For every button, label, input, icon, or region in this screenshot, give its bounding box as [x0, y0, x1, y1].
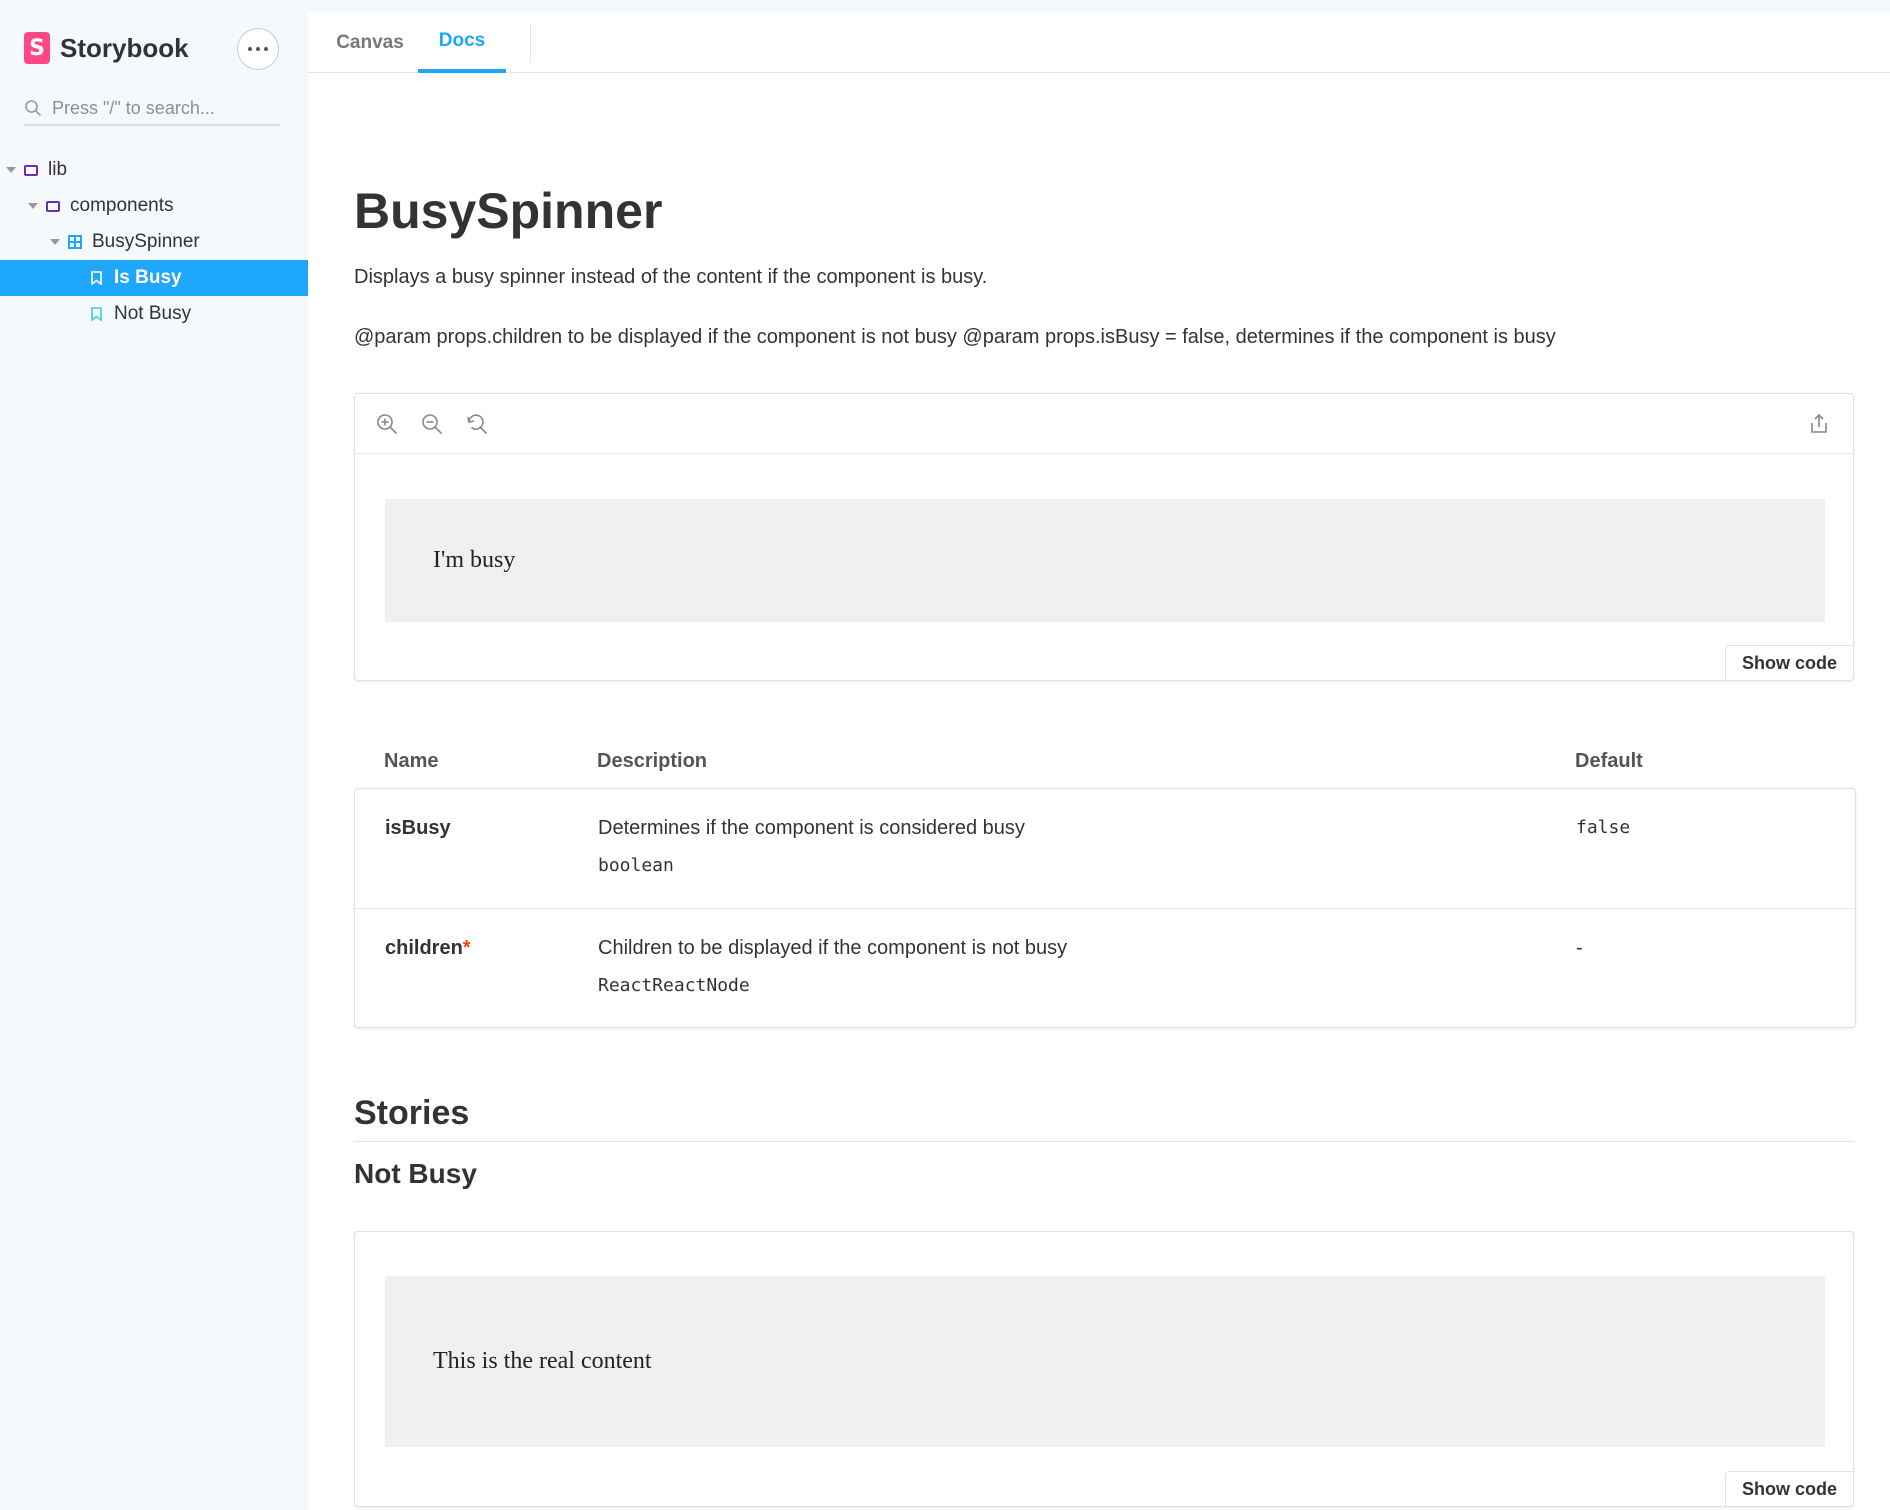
column-header-description: Description: [597, 750, 708, 772]
ellipsis-icon: [256, 47, 260, 51]
story-title: Not Busy: [354, 1158, 477, 1189]
prop-description: Children to be displayed if the componen…: [598, 937, 1068, 959]
search-bar: [24, 92, 280, 126]
tree-item-label: components: [70, 195, 174, 216]
zoom-out-icon[interactable]: [420, 412, 444, 436]
zoom-reset-icon[interactable]: [465, 412, 489, 436]
main-panel: Canvas Docs BusySpinner Displays a busy …: [308, 12, 1890, 1510]
props-table-header: Name Description Default: [354, 750, 1854, 786]
table-row: children* Children to be displayed if th…: [355, 908, 1855, 1027]
props-table: isBusy Determines if the component is co…: [354, 788, 1856, 1028]
prop-name-cell: children*: [385, 937, 471, 960]
zoom-in-icon[interactable]: [375, 412, 399, 436]
storybook-logo-icon: S: [24, 32, 50, 64]
tree-item-busyspinner[interactable]: BusySpinner: [0, 224, 308, 260]
story-tree: lib components BusySpinner Is Busy Not B…: [0, 152, 308, 332]
tab-docs[interactable]: Docs: [418, 12, 506, 73]
story-canvas: This is the real content: [385, 1276, 1825, 1447]
share-icon[interactable]: [1807, 412, 1831, 436]
stories-heading: Stories: [354, 1094, 1854, 1142]
component-params: @param props.children to be displayed if…: [354, 326, 1556, 348]
story-canvas: I'm busy: [385, 499, 1825, 622]
story-content: I'm busy: [433, 547, 516, 573]
component-icon: [68, 235, 82, 249]
tab-divider: [530, 24, 531, 62]
chevron-down-icon: [50, 239, 60, 245]
prop-default: -: [1576, 937, 1583, 959]
ellipsis-icon: [248, 47, 252, 51]
prop-type: boolean: [598, 855, 674, 876]
tree-item-label: lib: [48, 159, 68, 180]
story-preview-not-busy: This is the real content Show code: [354, 1231, 1854, 1507]
prop-description: Determines if the component is considere…: [598, 817, 1025, 839]
story-preview: I'm busy Show code: [354, 393, 1854, 681]
required-marker: *: [462, 937, 471, 959]
bookmark-icon: [91, 307, 102, 321]
brand[interactable]: S Storybook: [24, 32, 189, 64]
story-content: This is the real content: [433, 1348, 652, 1374]
sidebar: S Storybook lib components BusySpinner: [0, 0, 308, 1510]
chevron-down-icon: [28, 203, 38, 209]
tree-item-lib[interactable]: lib: [0, 152, 308, 188]
table-row: isBusy Determines if the component is co…: [355, 789, 1855, 908]
tree-item-components[interactable]: components: [0, 188, 308, 224]
prop-default: false: [1576, 817, 1631, 838]
tab-canvas[interactable]: Canvas: [330, 12, 410, 73]
tree-item-not-busy[interactable]: Not Busy: [0, 296, 308, 332]
column-header-default: Default: [1575, 750, 1643, 772]
page-title: BusySpinner: [354, 183, 663, 239]
tree-item-label: BusySpinner: [92, 231, 200, 252]
search-input[interactable]: [52, 97, 262, 119]
search-icon: [25, 100, 41, 116]
show-code-button[interactable]: Show code: [1724, 1471, 1854, 1507]
chevron-down-icon: [6, 167, 16, 173]
prop-name: children: [385, 937, 463, 959]
prop-name: isBusy: [385, 817, 451, 839]
tree-item-label: Is Busy: [114, 267, 182, 288]
preview-toolbar: [355, 394, 1853, 454]
show-code-button[interactable]: Show code: [1724, 645, 1854, 681]
component-description: Displays a busy spinner instead of the c…: [354, 266, 988, 288]
folder-icon: [24, 164, 38, 176]
sidebar-menu-button[interactable]: [237, 28, 279, 70]
ellipsis-icon: [264, 47, 268, 51]
brand-name: Storybook: [60, 32, 189, 63]
folder-icon: [46, 200, 60, 212]
tree-item-is-busy[interactable]: Is Busy: [0, 260, 308, 296]
bookmark-icon: [91, 271, 102, 285]
tree-item-label: Not Busy: [114, 303, 192, 324]
column-header-name: Name: [384, 750, 439, 772]
tab-bar: Canvas Docs: [308, 12, 1890, 73]
prop-type: ReactReactNode: [598, 975, 750, 996]
